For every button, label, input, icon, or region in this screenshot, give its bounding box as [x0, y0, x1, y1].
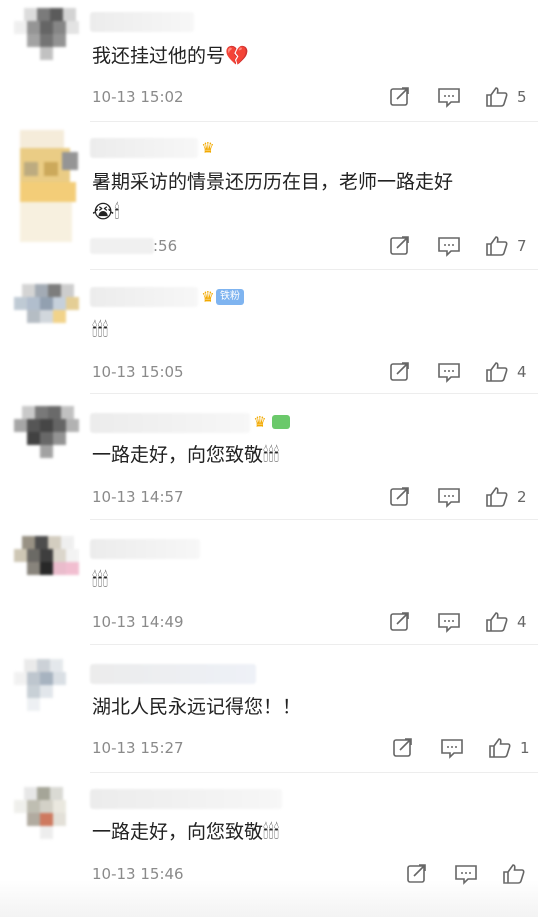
like-count: 4 — [517, 363, 527, 381]
broken-heart-icon: 💔 — [225, 45, 249, 67]
avatar[interactable] — [14, 8, 79, 72]
like-count: 2 — [517, 488, 527, 506]
comment-icon — [438, 88, 460, 108]
timestamp: 10-13 14:57 — [92, 488, 184, 506]
share-button[interactable] — [389, 610, 411, 634]
like-icon — [486, 362, 508, 382]
like-button[interactable]: 4 — [485, 360, 527, 384]
avatar[interactable] — [14, 536, 79, 600]
avatar[interactable] — [14, 122, 78, 244]
share-icon — [390, 487, 409, 506]
avatar[interactable] — [14, 284, 79, 348]
candle-icon: 😭🕯 — [92, 201, 120, 223]
fan-badge: 铁粉 — [216, 289, 244, 305]
timestamp-blur — [90, 238, 154, 254]
share-button[interactable] — [392, 736, 414, 760]
avatar[interactable] — [14, 406, 79, 470]
like-icon — [486, 612, 508, 632]
share-icon — [393, 738, 412, 757]
comment-icon — [438, 237, 460, 257]
candle-icon: 🕯🕯🕯 — [263, 821, 280, 843]
comment-icon — [438, 488, 460, 508]
username[interactable] — [90, 138, 198, 158]
reply-button[interactable] — [437, 485, 461, 509]
crown-icon: ♛ — [201, 139, 215, 157]
share-icon — [390, 362, 409, 381]
like-count: 1 — [520, 739, 530, 757]
comment-icon — [438, 613, 460, 633]
like-icon — [486, 87, 508, 107]
comment-item: 我还挂过他的号💔 10-13 15:02 5 — [0, 0, 538, 122]
comment-emoji: 🕯🕯🕯 — [92, 316, 108, 344]
comment-text: 我还挂过他的号💔 — [92, 45, 249, 67]
like-icon — [486, 236, 508, 256]
timestamp: 10-13 15:27 — [92, 739, 184, 757]
like-button[interactable]: 5 — [485, 85, 527, 109]
avatar[interactable] — [14, 787, 78, 851]
timestamp: 10-13 14:49 — [92, 613, 184, 631]
like-button[interactable]: 2 — [485, 485, 527, 509]
comment-emoji: 😭🕯 — [92, 198, 120, 226]
comment-text: 湖北人民永远记得您！！ — [92, 696, 302, 718]
username[interactable] — [90, 413, 250, 433]
reply-button[interactable] — [437, 610, 461, 634]
share-button[interactable] — [389, 234, 411, 258]
comment-icon — [441, 739, 463, 759]
like-button[interactable]: 1 — [488, 736, 530, 760]
comment-item: ♛ 一路走好，向您致敬🕯🕯🕯 10-13 14:57 2 — [0, 394, 538, 520]
comment-icon — [438, 363, 460, 383]
share-icon — [390, 87, 409, 106]
crown-icon: ♛ — [253, 413, 267, 431]
reply-button[interactable] — [437, 234, 461, 258]
candle-icon: 🕯🕯🕯 — [92, 569, 109, 591]
timestamp: 10-13 15:02 — [92, 88, 184, 106]
comment-item: 湖北人民永远记得您！！ 10-13 15:27 1 — [0, 645, 538, 773]
bottom-fade — [0, 880, 538, 917]
username[interactable] — [90, 539, 200, 559]
member-badge — [272, 415, 290, 429]
reply-button[interactable] — [437, 360, 461, 384]
like-button[interactable]: 7 — [485, 234, 527, 258]
share-button[interactable] — [389, 85, 411, 109]
like-count: 4 — [517, 613, 527, 631]
comment-emoji: 🕯🕯🕯 — [92, 566, 108, 594]
comment-item: ♛ 暑期采访的情景还历历在目，老师一路走好 😭🕯 :56 7 — [0, 122, 538, 270]
reply-button[interactable] — [440, 736, 464, 760]
like-icon — [489, 738, 511, 758]
username[interactable] — [90, 12, 194, 32]
like-button[interactable]: 4 — [485, 610, 527, 634]
username[interactable] — [90, 789, 282, 809]
comment-item: ♛ 铁粉 🕯🕯🕯 10-13 15:05 4 — [0, 270, 538, 394]
comment-item: 🕯🕯🕯 10-13 14:49 4 — [0, 520, 538, 645]
candle-icon: 🕯🕯🕯 — [92, 319, 109, 341]
timestamp: :56 — [153, 237, 178, 255]
share-button[interactable] — [389, 485, 411, 509]
like-count: 5 — [517, 88, 527, 106]
share-icon — [390, 612, 409, 631]
reply-button[interactable] — [437, 85, 461, 109]
timestamp: 10-13 15:05 — [92, 363, 184, 381]
like-count: 7 — [517, 237, 527, 255]
crown-icon: ♛ — [201, 288, 215, 306]
like-icon — [486, 487, 508, 507]
candle-icon: 🕯🕯🕯 — [263, 444, 280, 466]
comment-text: 一路走好，向您致敬🕯🕯🕯 — [92, 821, 280, 843]
share-button[interactable] — [389, 360, 411, 384]
comment-text: 一路走好，向您致敬🕯🕯🕯 — [92, 444, 280, 466]
comment-text: 暑期采访的情景还历历在目，老师一路走好 — [92, 171, 454, 193]
share-icon — [390, 236, 409, 255]
avatar[interactable] — [14, 659, 78, 723]
username[interactable] — [90, 287, 198, 307]
username[interactable] — [90, 664, 256, 684]
